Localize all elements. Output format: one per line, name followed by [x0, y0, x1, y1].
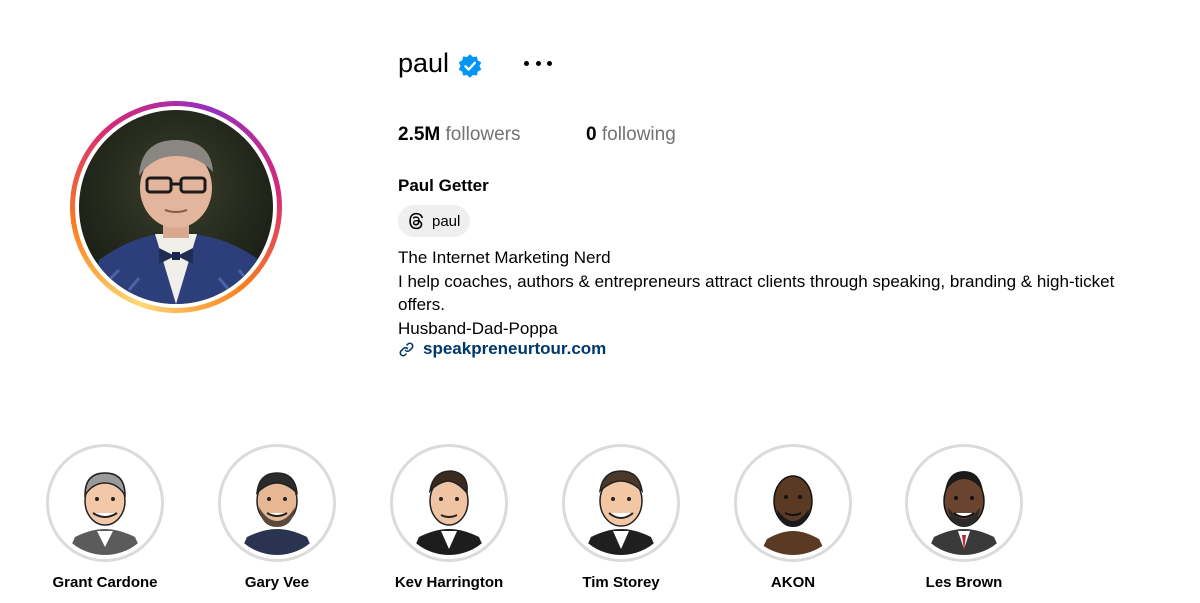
followers-label: followers [445, 124, 521, 145]
profile-page: paul 2.5M followers 0 following Paul Get… [0, 0, 1200, 603]
verified-badge-icon [458, 54, 482, 78]
bio-line: offers. [398, 295, 445, 314]
more-options-dot [547, 60, 552, 66]
highlight-ring [390, 444, 508, 562]
more-options-icon [524, 60, 529, 66]
highlight-cover [741, 451, 845, 555]
highlight-cover [912, 451, 1016, 555]
highlight-label: Grant Cardone [52, 574, 158, 591]
bio-line: I help coaches, authors & entrepreneurs … [398, 271, 1115, 291]
highlight-ring [905, 444, 1023, 562]
following-label: following [601, 124, 676, 145]
more-options-button[interactable] [520, 50, 556, 76]
highlight-label: Tim Storey [582, 574, 660, 591]
profile-avatar [79, 110, 273, 304]
external-link-text: speakpreneurtour.com [423, 339, 607, 358]
highlight-label: Kev Harrington [394, 574, 504, 591]
highlight-ring [46, 444, 164, 562]
highlight-label: Les Brown [925, 574, 1003, 591]
story-highlight[interactable]: Grant Cardone [45, 444, 165, 591]
highlight-ring [734, 444, 852, 562]
profile-avatar-story-ring[interactable] [70, 101, 282, 313]
profile-username: paul [398, 48, 450, 78]
external-link[interactable]: speakpreneurtour.com [398, 339, 606, 359]
story-highlight[interactable]: Tim Storey [561, 444, 681, 591]
following-count: 0 [586, 124, 597, 145]
story-highlight[interactable]: Les Brown [904, 444, 1024, 591]
threads-label: paul [432, 212, 461, 230]
highlight-cover [569, 451, 673, 555]
highlight-cover [225, 451, 329, 555]
profile-full-name: Paul Getter [398, 176, 489, 195]
profile-avatar-border [75, 106, 277, 308]
more-options-dot [535, 60, 541, 66]
highlight-cover [397, 451, 501, 555]
followers-count-link[interactable]: 2.5M followers [398, 122, 521, 148]
bio-line: Husband-Dad-Poppa [398, 318, 558, 338]
story-highlight[interactable]: Kev Harrington [389, 444, 509, 591]
highlight-label: Gary Vee [244, 574, 310, 591]
following-count-link[interactable]: 0 following [586, 122, 676, 148]
story-highlight[interactable]: Gary Vee [217, 444, 337, 591]
story-highlight[interactable]: AKON [733, 444, 853, 591]
highlight-ring [218, 444, 336, 562]
threads-profile-badge[interactable]: paul [398, 205, 471, 237]
threads-icon [409, 212, 424, 230]
bio-line: The Internet Marketing Nerd [398, 248, 611, 267]
link-icon [399, 342, 414, 356]
followers-count: 2.5M [398, 124, 441, 145]
highlight-ring [562, 444, 680, 562]
profile-bio: The Internet Marketing Nerd I help coach… [398, 246, 1188, 340]
highlight-label: AKON [770, 574, 816, 591]
highlight-cover [53, 451, 157, 555]
